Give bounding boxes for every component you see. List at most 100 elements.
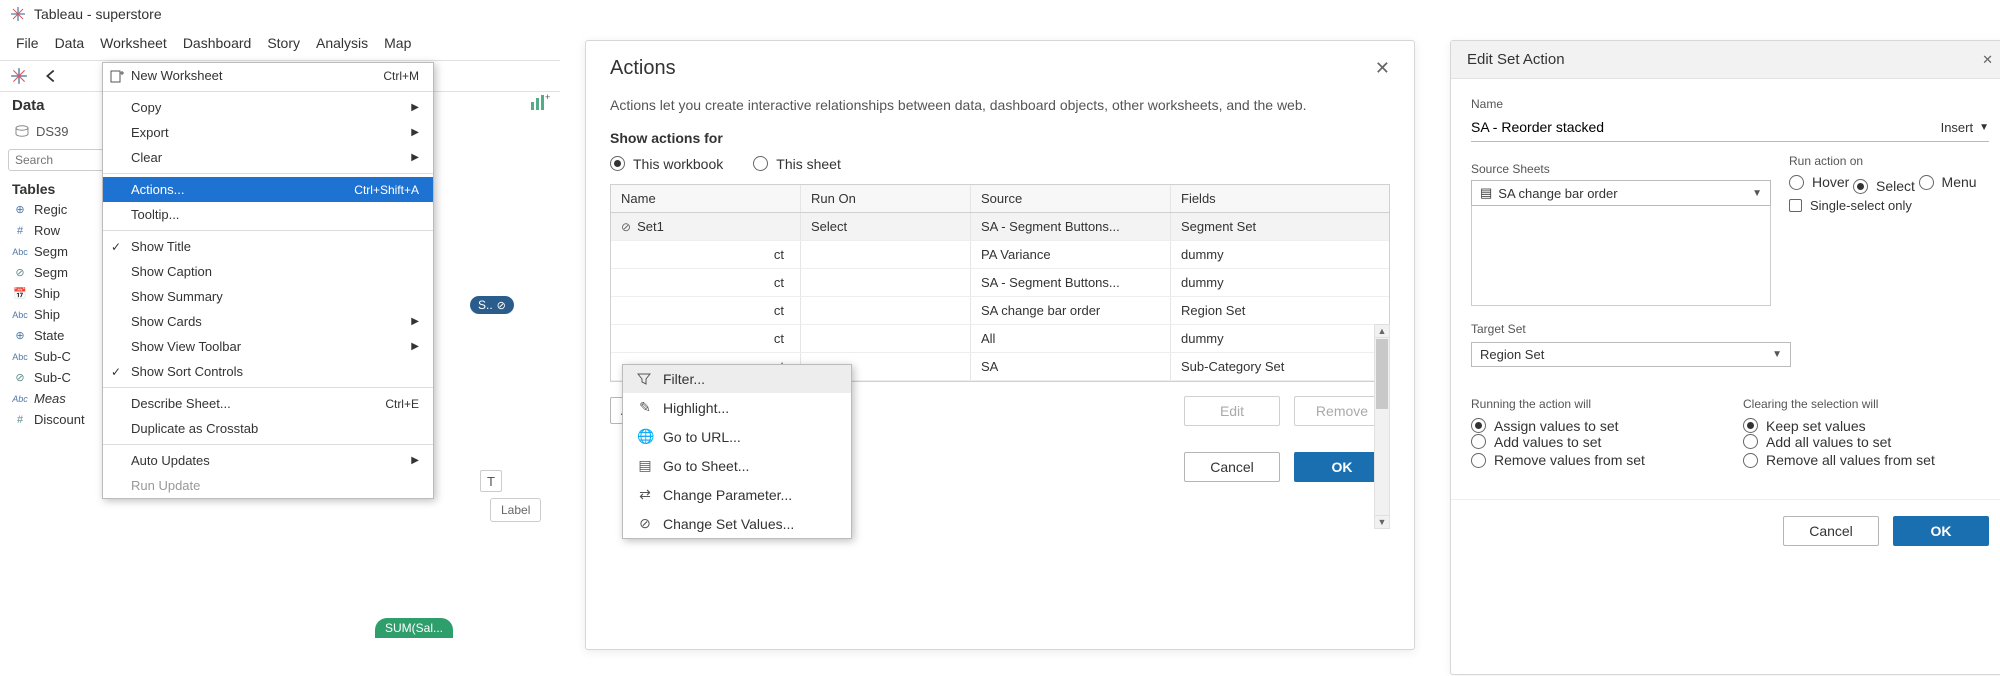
hash-icon: # bbox=[12, 414, 28, 426]
table-header: Name Run On Source Fields bbox=[611, 185, 1389, 213]
datasource-name: DS39 bbox=[36, 124, 69, 139]
clearing-removeall[interactable]: Remove all values from set bbox=[1743, 452, 1935, 468]
add-url[interactable]: 🌐Go to URL... bbox=[623, 422, 851, 451]
search-input[interactable] bbox=[8, 149, 108, 171]
abc-icon: Abc bbox=[12, 394, 28, 404]
close-icon[interactable]: ✕ bbox=[1375, 58, 1390, 79]
add-parameter[interactable]: ⇄Change Parameter... bbox=[623, 480, 851, 509]
menu-dashboard[interactable]: Dashboard bbox=[177, 32, 258, 54]
menu-actions[interactable]: Actions...Ctrl+Shift+A bbox=[103, 177, 433, 202]
menu-describe-sheet[interactable]: Describe Sheet...Ctrl+E bbox=[103, 391, 433, 416]
show-me-chart-icon[interactable]: + bbox=[528, 92, 550, 114]
run-on-select[interactable]: Select bbox=[1853, 178, 1915, 194]
single-select-checkbox[interactable]: Single-select only bbox=[1789, 198, 1989, 213]
menu-separator bbox=[103, 91, 433, 92]
menu-data[interactable]: Data bbox=[49, 32, 91, 54]
table-row[interactable]: ct SA change bar order Region Set bbox=[611, 297, 1389, 325]
edit-set-action-dialog: Edit Set Action ✕ Name Insert ▼ Source S… bbox=[1450, 40, 2000, 675]
menu-clear[interactable]: Clear▶ bbox=[103, 145, 433, 170]
target-set-combo[interactable]: Region Set ▼ bbox=[1471, 342, 1791, 367]
col-source[interactable]: Source bbox=[971, 185, 1171, 212]
run-on-hover[interactable]: Hover bbox=[1789, 174, 1849, 190]
run-on-label: Run action on bbox=[1789, 154, 1989, 168]
radio-this-sheet[interactable]: This sheet bbox=[753, 156, 841, 172]
funnel-icon bbox=[637, 372, 653, 386]
back-arrow-icon[interactable] bbox=[40, 65, 62, 87]
globe-icon: 🌐 bbox=[637, 428, 653, 445]
add-set-values[interactable]: ⊘Change Set Values... bbox=[623, 509, 851, 538]
menu-show-view-toolbar[interactable]: Show View Toolbar▶ bbox=[103, 334, 433, 359]
table-row[interactable]: ct PA Variance dummy bbox=[611, 241, 1389, 269]
menu-show-title[interactable]: ✓Show Title bbox=[103, 234, 433, 259]
menu-show-cards[interactable]: Show Cards▶ bbox=[103, 309, 433, 334]
abc-icon: Abc bbox=[12, 352, 28, 362]
running-add[interactable]: Add values to set bbox=[1471, 434, 1601, 450]
radio-this-workbook[interactable]: This workbook bbox=[610, 156, 723, 172]
app-title: Tableau - superstore bbox=[34, 6, 162, 22]
clearing-addall[interactable]: Add all values to set bbox=[1743, 434, 1891, 450]
col-name[interactable]: Name bbox=[611, 185, 801, 212]
table-row[interactable]: ⊘Set1 Select SA - Segment Buttons... Seg… bbox=[611, 213, 1389, 241]
table-row[interactable]: ct SA - Segment Buttons... dummy bbox=[611, 269, 1389, 297]
pill-segment[interactable]: S.. ⊘ bbox=[470, 296, 514, 314]
action-name-input[interactable] bbox=[1471, 119, 1931, 135]
menu-map[interactable]: Map bbox=[378, 32, 417, 54]
menu-show-summary[interactable]: Show Summary bbox=[103, 284, 433, 309]
menu-separator bbox=[103, 444, 433, 445]
actions-dialog-title: Actions bbox=[610, 57, 676, 80]
source-sheet-combo[interactable]: ▤ SA change bar order ▼ bbox=[1471, 180, 1771, 206]
database-icon bbox=[14, 125, 30, 139]
menu-export[interactable]: Export▶ bbox=[103, 120, 433, 145]
cancel-button[interactable]: Cancel bbox=[1783, 516, 1879, 546]
running-assign[interactable]: Assign values to set bbox=[1471, 418, 1619, 434]
tableau-logo-small-icon[interactable] bbox=[8, 65, 30, 87]
new-sheet-icon bbox=[110, 69, 124, 83]
title-bar: Tableau - superstore bbox=[0, 0, 560, 28]
insert-dropdown[interactable]: Insert ▼ bbox=[1941, 120, 1989, 135]
scroll-up-icon[interactable]: ▲ bbox=[1375, 325, 1389, 338]
add-filter[interactable]: Filter... bbox=[623, 365, 851, 393]
menu-analysis[interactable]: Analysis bbox=[310, 32, 374, 54]
set-row-icon: ⊘ bbox=[621, 220, 631, 234]
menu-auto-updates[interactable]: Auto Updates▶ bbox=[103, 448, 433, 473]
menu-bar: File Data Worksheet Dashboard Story Anal… bbox=[0, 28, 560, 60]
abc-icon: Abc bbox=[12, 310, 28, 320]
set-icon: ⊘ bbox=[12, 266, 28, 279]
add-sheet[interactable]: ▤Go to Sheet... bbox=[623, 451, 851, 480]
running-remove[interactable]: Remove values from set bbox=[1471, 452, 1645, 468]
show-actions-label: Show actions for bbox=[586, 120, 1414, 152]
menu-separator bbox=[103, 173, 433, 174]
sum-pill[interactable]: SUM(Sal... bbox=[375, 618, 453, 638]
actions-description: Actions let you create interactive relat… bbox=[586, 86, 1414, 120]
col-fields[interactable]: Fields bbox=[1171, 185, 1361, 212]
add-highlight[interactable]: ✎Highlight... bbox=[623, 393, 851, 422]
label-shelf[interactable]: Label bbox=[490, 498, 541, 522]
cancel-button[interactable]: Cancel bbox=[1184, 452, 1280, 482]
run-on-menu[interactable]: Menu bbox=[1919, 174, 1977, 190]
source-sheet-list[interactable] bbox=[1471, 206, 1771, 306]
scroll-thumb[interactable] bbox=[1376, 339, 1388, 409]
actions-scrollbar[interactable]: ▲ ▼ bbox=[1374, 324, 1390, 529]
menu-new-worksheet[interactable]: New WorksheetCtrl+M bbox=[103, 63, 433, 88]
caret-down-icon: ▼ bbox=[1772, 349, 1782, 360]
menu-worksheet[interactable]: Worksheet bbox=[94, 32, 173, 54]
menu-duplicate-crosstab[interactable]: Duplicate as Crosstab bbox=[103, 416, 433, 441]
table-row[interactable]: ct All dummy bbox=[611, 325, 1389, 353]
col-run[interactable]: Run On bbox=[801, 185, 971, 212]
scroll-down-icon[interactable]: ▼ bbox=[1375, 515, 1389, 528]
menu-show-caption[interactable]: Show Caption bbox=[103, 259, 433, 284]
running-label: Running the action will bbox=[1471, 397, 1717, 411]
menu-file[interactable]: File bbox=[10, 32, 45, 54]
menu-show-sort-controls[interactable]: ✓Show Sort Controls bbox=[103, 359, 433, 384]
close-icon[interactable]: ✕ bbox=[1982, 52, 1993, 68]
target-set-label: Target Set bbox=[1471, 322, 1989, 336]
ok-button[interactable]: OK bbox=[1893, 516, 1989, 546]
submenu-arrow-icon: ▶ bbox=[411, 341, 419, 352]
menu-story[interactable]: Story bbox=[261, 32, 306, 54]
menu-run-update[interactable]: Run Update bbox=[103, 473, 433, 498]
clearing-keep[interactable]: Keep set values bbox=[1743, 418, 1866, 434]
edit-button[interactable]: Edit bbox=[1184, 396, 1280, 426]
label-text-icon[interactable]: T bbox=[480, 470, 502, 492]
menu-tooltip[interactable]: Tooltip... bbox=[103, 202, 433, 227]
menu-copy[interactable]: Copy▶ bbox=[103, 95, 433, 120]
